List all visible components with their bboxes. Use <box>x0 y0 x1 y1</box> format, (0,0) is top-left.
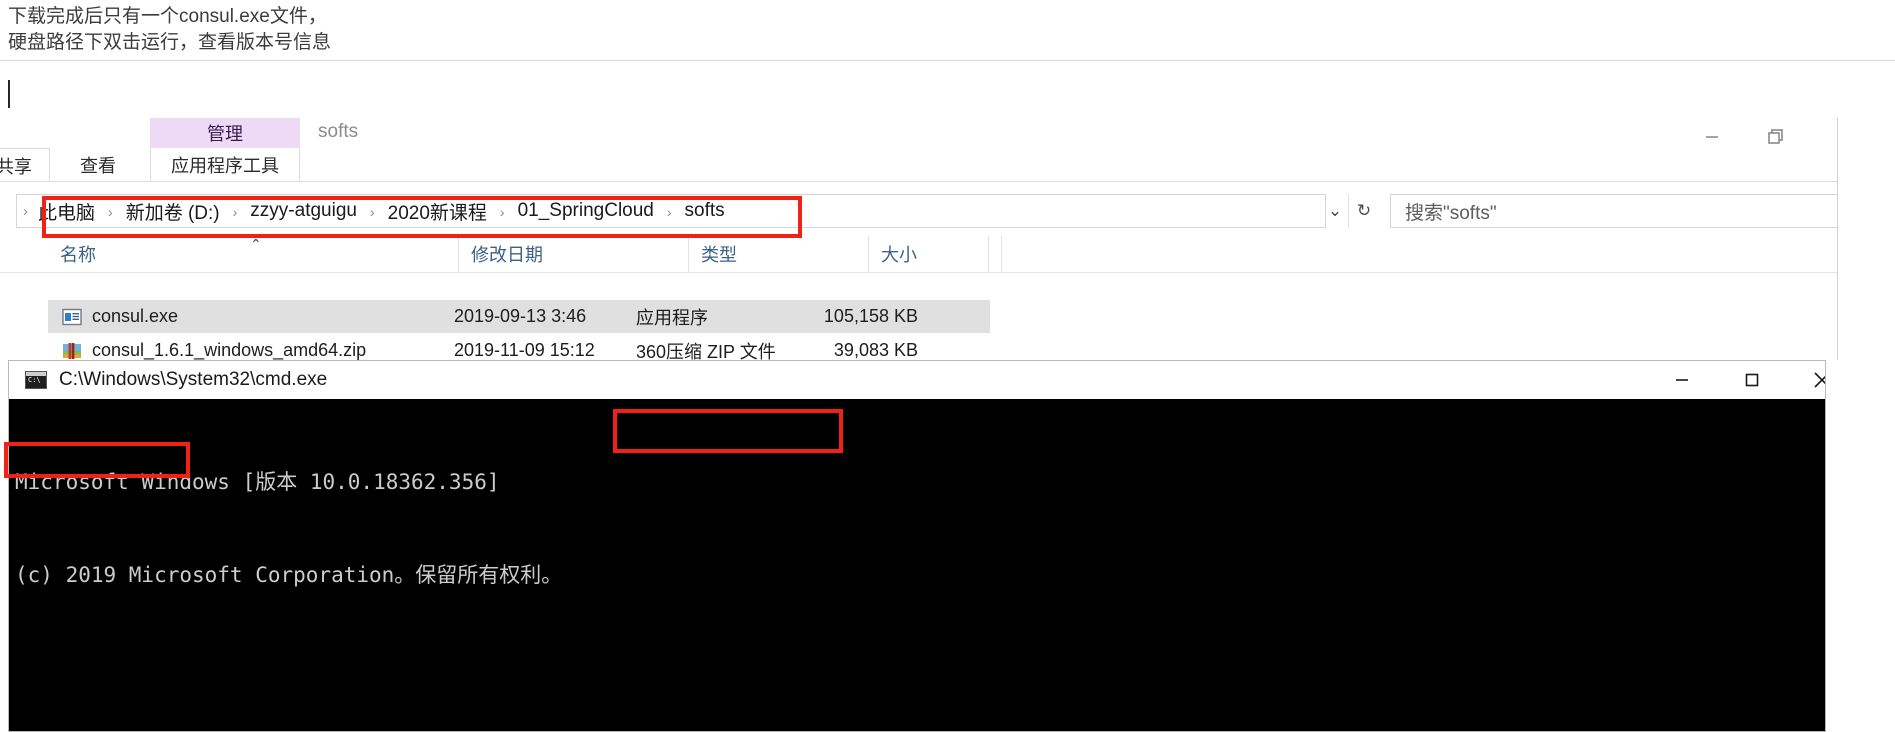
file-type-cell: 应用程序 <box>636 307 708 328</box>
file-list-column-headers: 名称 ⌃ 修改日期 类型 大小 <box>0 236 1838 273</box>
column-header-spacer <box>988 236 1002 272</box>
contextual-tab-group-manage[interactable]: 管理 <box>150 118 300 148</box>
file-name-cell[interactable]: consul.exe <box>62 306 178 327</box>
column-header-size[interactable]: 大小 <box>868 236 988 272</box>
console-title-bar[interactable]: C:\Windows\System32\cmd.exe <box>9 361 1825 399</box>
explorer-window-title: softs <box>318 121 359 142</box>
console-maximize-button[interactable] <box>1727 361 1777 399</box>
file-name-text: consul.exe <box>92 306 179 326</box>
console-title-text: C:\Windows\System32\cmd.exe <box>59 369 328 390</box>
breadcrumb-overflow-chevron-icon[interactable]: › <box>17 203 36 220</box>
text-caret <box>8 80 10 108</box>
tab-application-tools[interactable]: 应用程序工具 <box>150 148 300 182</box>
table-row[interactable]: consul.exe 2019-09-13 3:46 应用程序 105,158 … <box>48 300 990 333</box>
minimize-icon <box>1706 136 1718 138</box>
tab-share[interactable]: 共享 <box>0 148 50 182</box>
close-icon <box>1814 372 1825 388</box>
file-modified-cell: 2019-09-13 3:46 <box>454 306 587 326</box>
column-header-modified-date[interactable]: 修改日期 <box>458 236 688 272</box>
highlight-box-breadcrumb <box>42 196 802 238</box>
console-close-button[interactable] <box>1797 361 1825 399</box>
search-input[interactable]: 搜索"softs" <box>1390 194 1838 228</box>
exe-file-icon <box>62 308 82 325</box>
minimize-icon <box>1676 379 1688 381</box>
console-line: Microsoft Windows [版本 10.0.18362.356] <box>15 470 500 494</box>
highlight-box-command <box>613 409 843 453</box>
file-name-text: consul_1.6.1_windows_amd64.zip <box>92 340 367 360</box>
file-size-cell: 39,083 KB <box>833 340 918 360</box>
restore-down-icon <box>1768 129 1783 144</box>
address-dropdown-button[interactable]: ⌄ <box>1320 194 1350 228</box>
refresh-button[interactable]: ↻ <box>1348 194 1379 228</box>
ribbon-underline <box>0 181 1838 182</box>
console-minimize-button[interactable] <box>1657 361 1707 399</box>
tab-view[interactable]: 查看 <box>62 148 134 182</box>
cmd-icon <box>25 371 47 389</box>
command-prompt-window: C:\Windows\System32\cmd.exe Microsoft Wi… <box>8 360 1826 732</box>
ribbon-tab-strip: 共享 查看 应用程序工具 <box>0 148 1838 182</box>
maximize-icon <box>1745 373 1759 387</box>
file-size-cell: 105,158 KB <box>823 306 918 326</box>
console-output[interactable]: Microsoft Windows [版本 10.0.18362.356] (c… <box>9 399 1825 731</box>
file-name-cell[interactable]: consul_1.6.1_windows_amd64.zip <box>62 340 366 361</box>
zip-archive-icon <box>63 342 81 359</box>
column-header-type[interactable]: 类型 <box>688 236 868 272</box>
explorer-right-border <box>1837 118 1838 360</box>
highlight-box-version <box>4 442 190 478</box>
search-placeholder: 搜索"softs" <box>1405 202 1497 224</box>
note-divider <box>0 60 1895 61</box>
annotation-note: 下载完成后只有一个consul.exe文件， 硬盘路径下双击运行，查看版本号信息 <box>8 6 332 53</box>
sort-ascending-icon: ⌃ <box>250 236 262 252</box>
console-line: (c) 2019 Microsoft Corporation。保留所有权利。 <box>15 563 563 587</box>
file-modified-cell: 2019-11-09 15:12 <box>454 340 595 360</box>
